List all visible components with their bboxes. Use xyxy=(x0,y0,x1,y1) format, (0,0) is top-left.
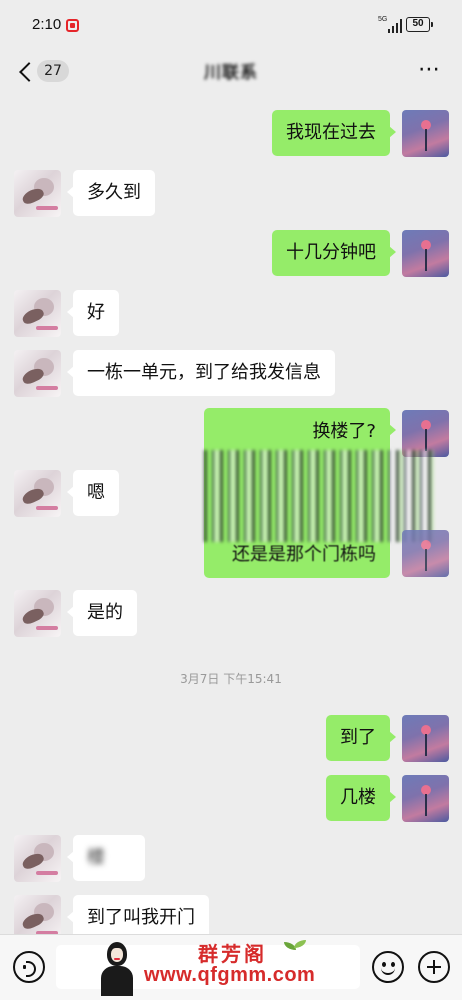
self-avatar[interactable] xyxy=(402,530,449,577)
emoji-icon[interactable] xyxy=(372,951,404,983)
watermark-brand: 群芳阁 xyxy=(198,942,267,966)
contact-avatar[interactable] xyxy=(14,895,61,934)
plus-icon[interactable] xyxy=(418,951,450,983)
message-bubble-other[interactable]: 嗯 xyxy=(67,470,119,516)
message-bubble-self[interactable]: 换楼了? 还是是那个门栋吗 xyxy=(204,408,434,578)
screen-record-icon xyxy=(66,19,79,32)
back-icon[interactable] xyxy=(17,60,37,82)
message-text: 还是是那个门栋吗 xyxy=(232,544,376,565)
message-bubble-other[interactable]: 楼 xyxy=(67,835,145,881)
contact-avatar[interactable] xyxy=(14,835,61,882)
redaction-overlay xyxy=(204,450,434,542)
more-icon[interactable]: ⋯ xyxy=(416,59,442,82)
self-avatar[interactable] xyxy=(402,230,449,277)
contact-avatar[interactable] xyxy=(14,170,61,217)
contact-avatar[interactable] xyxy=(14,590,61,637)
self-avatar[interactable] xyxy=(402,715,449,762)
message-timestamp: 3月7日 下午15:41 xyxy=(180,672,282,686)
chat-header: 27 川联系 ⋯ xyxy=(0,48,462,96)
self-avatar[interactable] xyxy=(402,775,449,822)
message-bubble-self[interactable]: 我现在过去 xyxy=(272,110,396,156)
message-bubble-other[interactable]: 是的 xyxy=(67,590,137,636)
contact-avatar[interactable] xyxy=(14,470,61,517)
message-bubble-other[interactable]: 到了叫我开门 xyxy=(67,895,209,934)
message-text: 换楼了? xyxy=(312,421,376,442)
status-bar: 2:10 5G 50 xyxy=(0,0,462,48)
message-bubble-other[interactable]: 多久到 xyxy=(67,170,155,216)
network-type: 5G xyxy=(378,16,388,23)
watermark: 群芳阁 www.qfgmm.com xyxy=(94,936,370,998)
signal-icon xyxy=(388,19,402,33)
battery-icon: 50 xyxy=(406,17,433,32)
voice-icon[interactable] xyxy=(13,951,45,983)
message-list[interactable]: 我现在过去 多久到 十几分钟吧 好 一栋一单元，到了给我发信息 换楼了? 还是是… xyxy=(0,96,462,934)
contact-avatar[interactable] xyxy=(14,290,61,337)
chat-title: 川联系 xyxy=(204,63,258,83)
watermark-url: www.qfgmm.com xyxy=(144,964,316,986)
message-text: 楼 xyxy=(87,847,105,868)
message-bubble-other[interactable]: 好 xyxy=(67,290,119,336)
message-bubble-other[interactable]: 一栋一单元，到了给我发信息 xyxy=(67,350,335,396)
message-bubble-self[interactable]: 十几分钟吧 xyxy=(272,230,396,276)
self-avatar[interactable] xyxy=(402,110,449,157)
unread-count-badge[interactable]: 27 xyxy=(37,60,69,82)
message-bubble-self[interactable]: 几楼 xyxy=(326,775,396,821)
leaf-icon xyxy=(282,938,308,960)
status-time: 2:10 xyxy=(32,16,62,33)
watermark-figure-icon xyxy=(98,938,136,996)
contact-avatar[interactable] xyxy=(14,350,61,397)
message-bubble-self[interactable]: 到了 xyxy=(326,715,396,761)
